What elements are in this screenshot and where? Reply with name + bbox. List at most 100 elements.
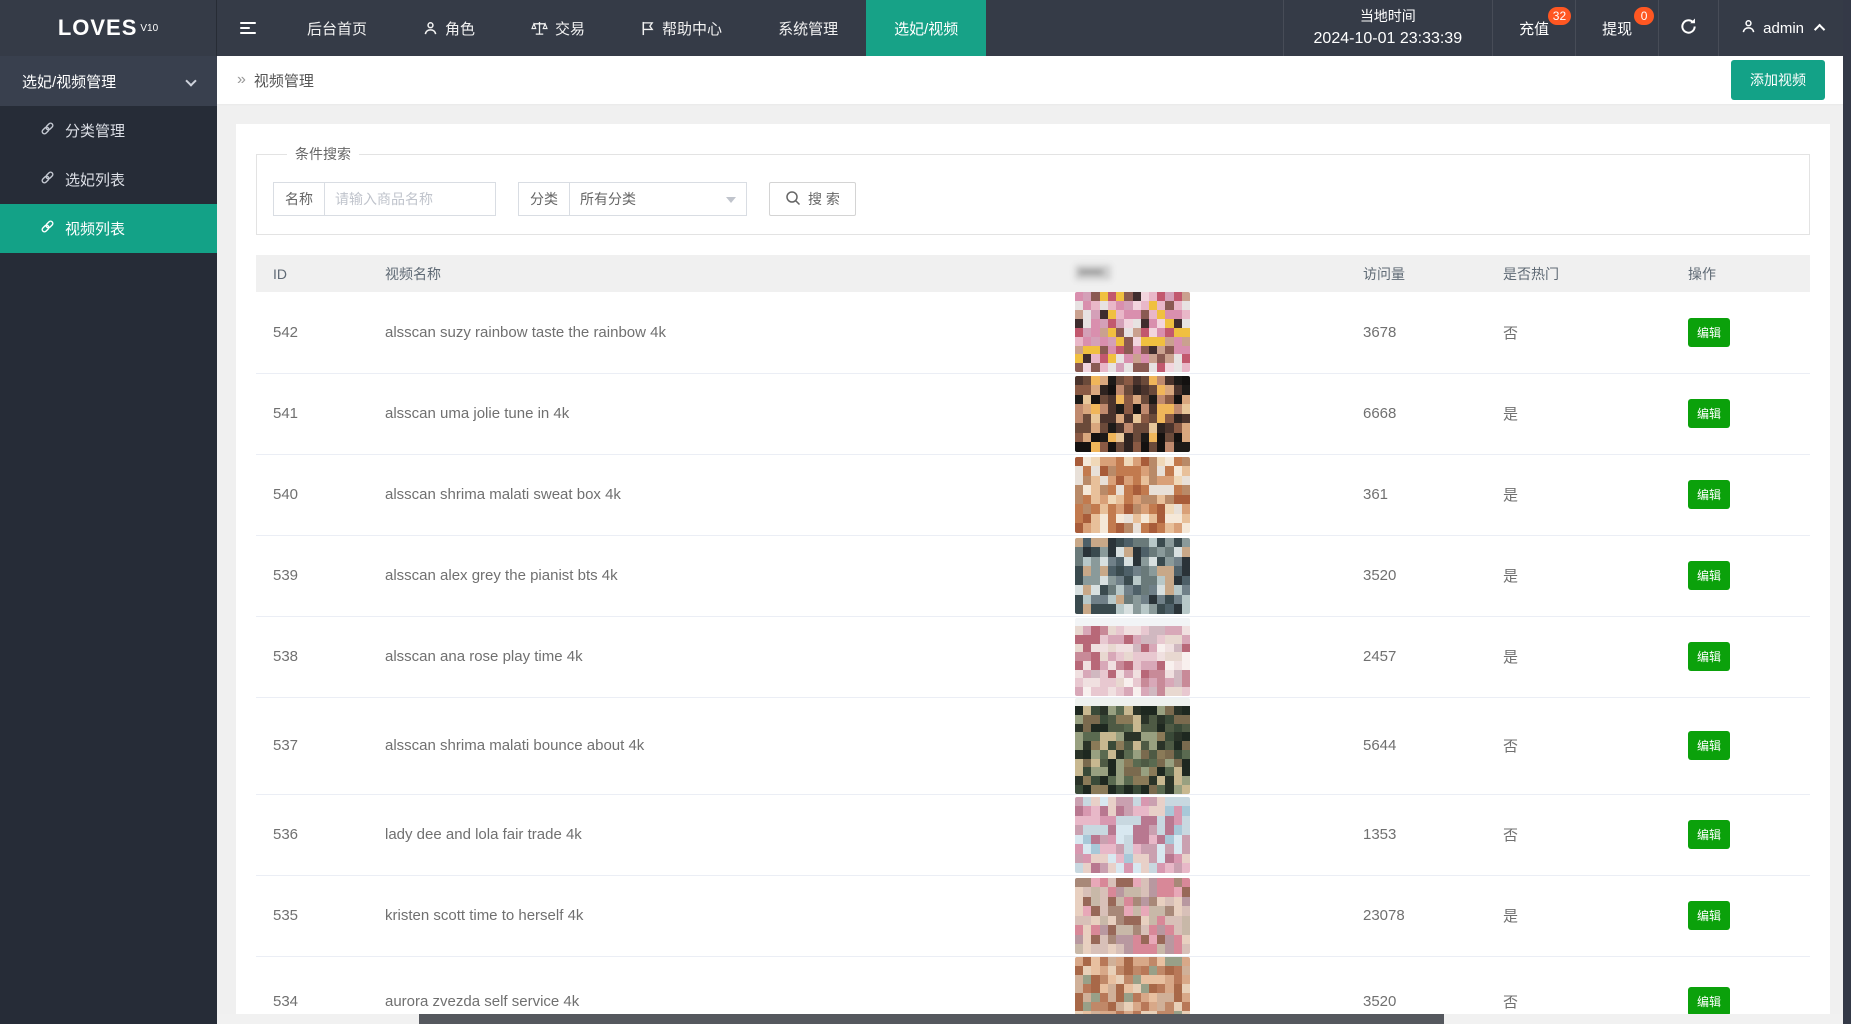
mosaic-cell (1157, 732, 1165, 741)
mosaic-cell (1182, 354, 1190, 363)
mosaic-cell (1108, 292, 1116, 301)
mosaic-cell (1075, 595, 1083, 605)
mosaic-cell (1165, 678, 1173, 687)
edit-button[interactable]: 编辑 (1688, 399, 1730, 428)
mosaic-cell (1165, 523, 1173, 533)
mosaic-cell (1133, 337, 1141, 346)
mosaic-cell (1157, 301, 1165, 310)
edit-button[interactable]: 编辑 (1688, 731, 1730, 760)
edit-button[interactable]: 编辑 (1688, 987, 1730, 1016)
mosaic-cell (1124, 310, 1132, 319)
mosaic-cell (1083, 626, 1091, 635)
sidebar-item-video-list[interactable]: 视频列表 (0, 204, 217, 253)
mosaic-cell (1116, 975, 1124, 984)
mosaic-cell (1133, 576, 1141, 586)
user-menu[interactable]: admin (1718, 0, 1851, 56)
mosaic-cell (1083, 741, 1091, 750)
mosaic-cell (1100, 767, 1108, 776)
mosaic-cell (1174, 626, 1182, 635)
nav-item-system[interactable]: 系统管理 (750, 0, 866, 56)
horizontal-scrollbar[interactable] (217, 1014, 1843, 1024)
mosaic-cell (1133, 310, 1141, 319)
recharge-link[interactable]: 充值 32 (1492, 0, 1575, 56)
video-thumbnail[interactable] (1075, 457, 1190, 533)
video-thumbnail[interactable] (1075, 376, 1190, 452)
mosaic-cell (1157, 423, 1165, 433)
video-thumbnail-cell (1058, 616, 1346, 697)
mosaic-cell (1165, 925, 1173, 935)
mosaic-cell (1083, 670, 1091, 679)
video-thumbnail[interactable] (1075, 618, 1190, 696)
mosaic-cell (1108, 944, 1116, 954)
mosaic-cell (1091, 863, 1099, 873)
mosaic-cell (1174, 724, 1182, 733)
sidebar-group-video-management[interactable]: 选妃/视频管理 (0, 56, 217, 106)
mosaic-cell (1182, 644, 1190, 653)
sidebar-item-girl-list[interactable]: 选妃列表 (0, 155, 217, 204)
mosaic-cell (1174, 767, 1182, 776)
mosaic-cell (1116, 385, 1124, 395)
search-button[interactable]: 搜 索 (769, 182, 856, 216)
menu-toggle-icon[interactable] (217, 0, 279, 56)
refresh-button[interactable] (1658, 0, 1718, 56)
video-name-cell: kristen scott time to herself 4k (368, 875, 1058, 956)
sidebar-item-category-management[interactable]: 分类管理 (0, 106, 217, 155)
mosaic-cell (1141, 423, 1149, 433)
video-thumbnail[interactable] (1075, 538, 1190, 614)
nav-item-dashboard[interactable]: 后台首页 (279, 0, 395, 56)
mosaic-cell (1174, 547, 1182, 557)
edit-button[interactable]: 编辑 (1688, 318, 1730, 347)
mosaic-cell (1157, 741, 1165, 750)
mosaic-cell (1108, 466, 1116, 476)
edit-button[interactable]: 编辑 (1688, 561, 1730, 590)
nav-item-roles[interactable]: 角色 (395, 0, 503, 56)
video-thumbnail[interactable] (1075, 292, 1190, 372)
category-select[interactable]: 所有分类 (569, 182, 747, 216)
mosaic-cell (1091, 732, 1099, 741)
mosaic-cell (1157, 661, 1165, 670)
mosaic-cell (1108, 966, 1116, 975)
mosaic-cell (1174, 797, 1182, 807)
mosaic-cell (1133, 557, 1141, 567)
video-thumbnail[interactable] (1075, 797, 1190, 873)
mosaic-cell (1100, 566, 1108, 576)
mosaic-cell (1133, 404, 1141, 414)
mosaic-cell (1133, 750, 1141, 759)
mosaic-cell (1075, 854, 1083, 864)
vertical-scrollbar[interactable] (1843, 0, 1851, 1024)
mosaic-cell (1075, 844, 1083, 854)
nav-item-video[interactable]: 选妃/视频 (866, 0, 986, 56)
edit-button[interactable]: 编辑 (1688, 901, 1730, 930)
mosaic-cell (1141, 670, 1149, 679)
name-filter-input[interactable] (324, 182, 496, 216)
mosaic-cell (1182, 626, 1190, 635)
video-thumbnail[interactable] (1075, 878, 1190, 954)
mosaic-cell (1165, 687, 1173, 696)
nav-item-help-center[interactable]: 帮助中心 (613, 0, 750, 56)
mosaic-cell (1083, 854, 1091, 864)
mosaic-cell (1165, 346, 1173, 355)
withdraw-link[interactable]: 提现 0 (1575, 0, 1658, 56)
mosaic-cell (1149, 687, 1157, 696)
mosaic-cell (1108, 715, 1116, 724)
horizontal-scrollbar-thumb[interactable] (419, 1014, 1444, 1024)
nav-item-transactions[interactable]: 交易 (503, 0, 613, 56)
mosaic-cell (1075, 566, 1083, 576)
edit-button[interactable]: 编辑 (1688, 820, 1730, 849)
video-thumbnail[interactable] (1075, 698, 1190, 794)
mosaic-cell (1083, 897, 1091, 907)
mosaic-cell (1124, 292, 1132, 301)
mosaic-cell (1091, 759, 1099, 768)
mosaic-cell (1124, 644, 1132, 653)
edit-button[interactable]: 编辑 (1688, 642, 1730, 671)
add-video-button[interactable]: 添加视频 (1731, 60, 1825, 100)
mosaic-cell (1133, 292, 1141, 301)
mosaic-cell (1091, 854, 1099, 864)
mosaic-cell (1124, 414, 1132, 424)
mosaic-cell (1075, 504, 1083, 514)
mosaic-cell (1165, 759, 1173, 768)
mosaic-cell (1157, 715, 1165, 724)
edit-button[interactable]: 编辑 (1688, 480, 1730, 509)
mosaic-cell (1157, 984, 1165, 993)
mosaic-cell (1116, 776, 1124, 785)
